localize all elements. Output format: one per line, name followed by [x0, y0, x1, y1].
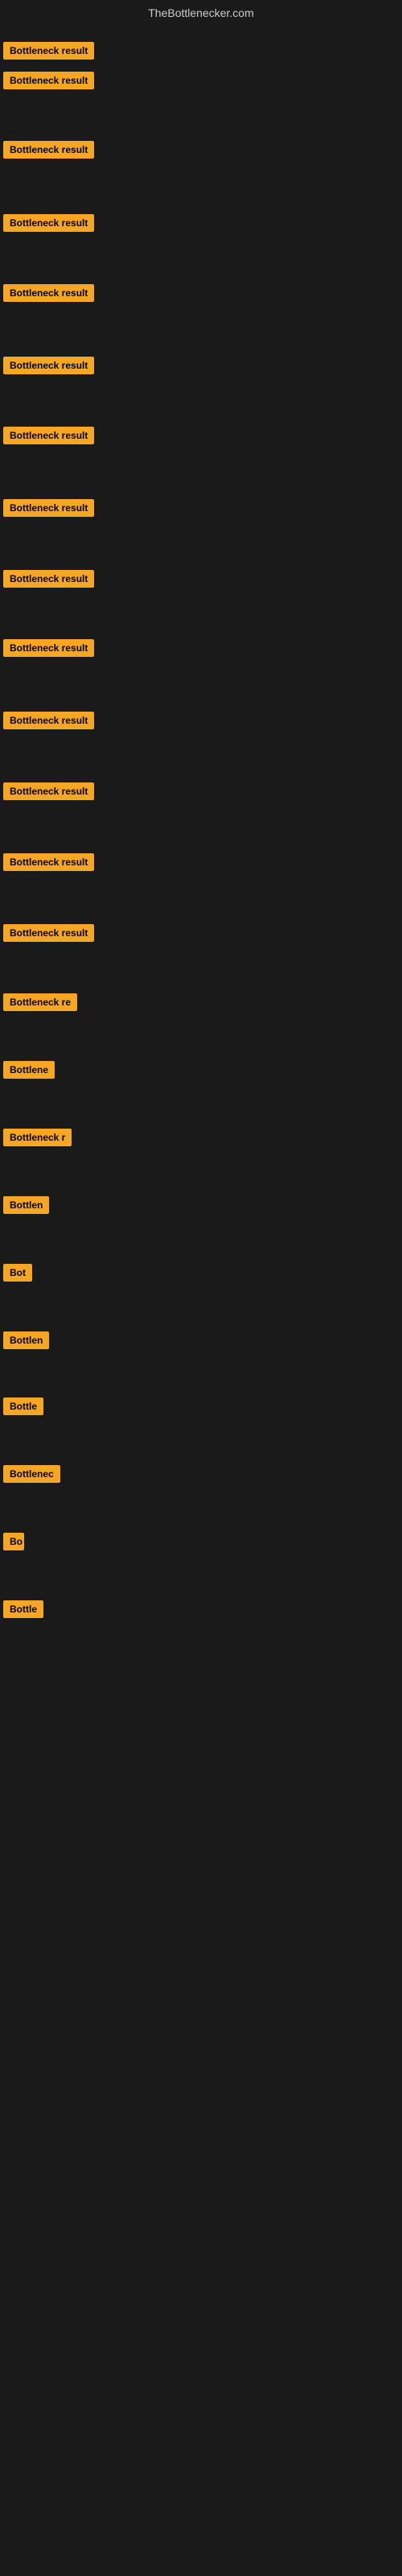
bottleneck-result-row: Bottlenec: [3, 1465, 60, 1487]
bottleneck-badge[interactable]: Bottleneck re: [3, 993, 77, 1011]
bottleneck-badge[interactable]: Bottleneck result: [3, 141, 94, 159]
site-title: TheBottlenecker.com: [0, 0, 402, 26]
bottleneck-badge[interactable]: Bottleneck result: [3, 639, 94, 657]
bottleneck-badge[interactable]: Bottlenec: [3, 1465, 60, 1483]
bottleneck-result-row: Bottleneck result: [3, 570, 94, 592]
bottleneck-result-row: Bottleneck result: [3, 782, 94, 804]
bottleneck-badge[interactable]: Bottlene: [3, 1061, 55, 1079]
bottleneck-result-row: Bottle: [3, 1600, 43, 1622]
bottleneck-badge[interactable]: Bottle: [3, 1600, 43, 1618]
bottleneck-badge[interactable]: Bottleneck result: [3, 570, 94, 588]
bottleneck-badge[interactable]: Bottleneck result: [3, 42, 94, 60]
bottleneck-badge[interactable]: Bottlen: [3, 1196, 49, 1214]
bottleneck-result-row: Bottle: [3, 1397, 43, 1419]
bottleneck-result-row: Bottleneck re: [3, 993, 77, 1015]
bottleneck-badge[interactable]: Bottleneck result: [3, 427, 94, 444]
bottleneck-result-row: Bottleneck result: [3, 924, 94, 946]
bottleneck-result-row: Bottleneck result: [3, 853, 94, 875]
bottleneck-result-row: Bottleneck result: [3, 427, 94, 448]
bottleneck-result-row: Bottleneck result: [3, 357, 94, 378]
bottleneck-result-row: Bottleneck result: [3, 499, 94, 521]
bottleneck-result-row: Bo: [3, 1533, 24, 1554]
bottleneck-result-row: Bottleneck result: [3, 141, 94, 163]
page-container: TheBottlenecker.com Bottleneck resultBot…: [0, 0, 402, 2576]
bottleneck-result-row: Bot: [3, 1264, 32, 1286]
bottleneck-badge[interactable]: Bo: [3, 1533, 24, 1550]
bottleneck-result-row: Bottlen: [3, 1196, 49, 1218]
bottleneck-badge[interactable]: Bottlen: [3, 1331, 49, 1349]
bottleneck-badge[interactable]: Bottleneck result: [3, 712, 94, 729]
bottleneck-badge[interactable]: Bot: [3, 1264, 32, 1282]
bottleneck-badge[interactable]: Bottleneck result: [3, 924, 94, 942]
bottleneck-result-row: Bottleneck result: [3, 284, 94, 306]
bottleneck-badge[interactable]: Bottleneck result: [3, 853, 94, 871]
bottleneck-badge[interactable]: Bottleneck r: [3, 1129, 72, 1146]
bottleneck-badge[interactable]: Bottle: [3, 1397, 43, 1415]
bottleneck-result-row: Bottleneck result: [3, 639, 94, 661]
bottleneck-result-row: Bottlene: [3, 1061, 55, 1083]
bottleneck-result-row: Bottleneck result: [3, 42, 94, 64]
results-container: Bottleneck result Bottleneck result Bottle…: [0, 26, 402, 1716]
bottleneck-result-row: Bottleneck result: [3, 214, 94, 236]
bottleneck-badge[interactable]: Bottleneck result: [3, 214, 94, 232]
bottleneck-result-row: Bottleneck result: [3, 72, 94, 93]
bottleneck-badge[interactable]: Bottleneck result: [3, 357, 94, 374]
bottleneck-result-row: Bottleneck r: [3, 1129, 72, 1150]
bottleneck-badge[interactable]: Bottleneck result: [3, 782, 94, 800]
bottleneck-result-row: Bottlen: [3, 1331, 49, 1353]
bottleneck-badge[interactable]: Bottleneck result: [3, 284, 94, 302]
bottleneck-badge[interactable]: Bottleneck result: [3, 499, 94, 517]
bottleneck-result-row: Bottleneck result: [3, 712, 94, 733]
bottleneck-badge[interactable]: Bottleneck result: [3, 72, 94, 89]
